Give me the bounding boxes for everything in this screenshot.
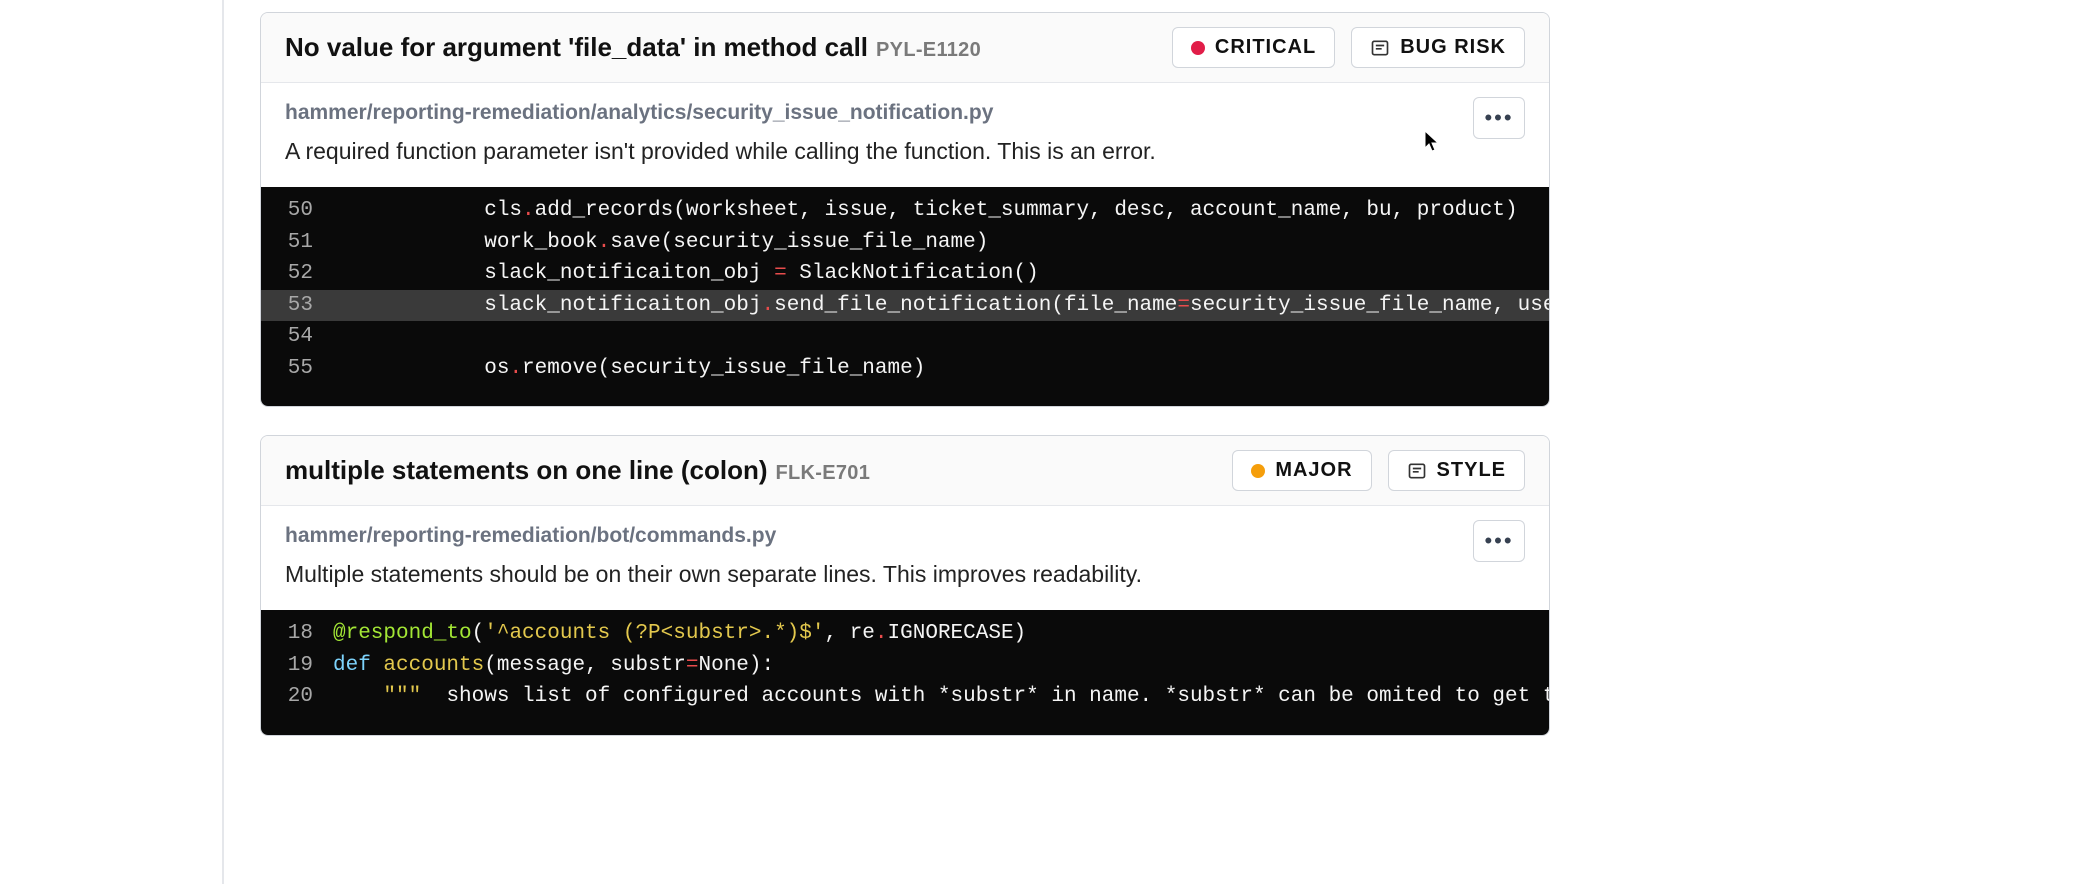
- issue-title-row: No value for argument 'file_data' in met…: [285, 32, 981, 63]
- line-number: 50: [261, 195, 333, 227]
- code-content: @respond_to('^accounts (?P<substr>.*)$',…: [333, 618, 1046, 650]
- severity-badge[interactable]: MAJOR: [1232, 450, 1371, 491]
- code-line: 52 slack_notificaiton_obj = SlackNotific…: [261, 258, 1549, 290]
- line-number: 19: [261, 650, 333, 682]
- code-line: 53 slack_notificaiton_obj.send_file_noti…: [261, 290, 1549, 322]
- category-label: STYLE: [1437, 459, 1506, 482]
- issue-header: No value for argument 'file_data' in met…: [261, 13, 1549, 83]
- severity-label: MAJOR: [1275, 459, 1352, 482]
- sidebar-divider: [222, 0, 224, 884]
- more-dots-icon: •••: [1484, 105, 1513, 131]
- line-number: 51: [261, 227, 333, 259]
- issue-title[interactable]: No value for argument 'file_data' in met…: [285, 32, 868, 63]
- issue-description: A required function parameter isn't prov…: [285, 135, 1525, 167]
- category-icon: [1370, 38, 1390, 58]
- severity-dot-icon: [1251, 464, 1265, 478]
- more-actions-button[interactable]: •••: [1473, 97, 1525, 139]
- code-content: os.remove(security_issue_file_name): [333, 353, 945, 385]
- line-number: 54: [261, 321, 333, 353]
- code-snippet: 50 cls.add_records(worksheet, issue, tic…: [261, 187, 1549, 406]
- issue-rule-code[interactable]: FLK-E701: [776, 462, 871, 485]
- code-line: 18@respond_to('^accounts (?P<substr>.*)$…: [261, 618, 1549, 650]
- code-line: 50 cls.add_records(worksheet, issue, tic…: [261, 195, 1549, 227]
- line-number: 55: [261, 353, 333, 385]
- badges-row: CRITICAL BUG RISK: [1172, 27, 1525, 68]
- code-content: """ shows list of configured accounts wi…: [333, 681, 1549, 713]
- line-number: 52: [261, 258, 333, 290]
- category-badge[interactable]: STYLE: [1388, 450, 1525, 491]
- code-line: 54: [261, 321, 1549, 353]
- category-label: BUG RISK: [1400, 36, 1506, 59]
- severity-dot-icon: [1191, 41, 1205, 55]
- issue-body: ••• hammer/reporting-remediation/bot/com…: [261, 506, 1549, 610]
- code-content: [333, 321, 353, 353]
- code-content: slack_notificaiton_obj = SlackNotificati…: [333, 258, 1059, 290]
- more-dots-icon: •••: [1484, 528, 1513, 554]
- issue-card: No value for argument 'file_data' in met…: [260, 12, 1550, 407]
- issue-description: Multiple statements should be on their o…: [285, 558, 1525, 590]
- category-icon: [1407, 461, 1427, 481]
- line-number: 20: [261, 681, 333, 713]
- category-badge[interactable]: BUG RISK: [1351, 27, 1525, 68]
- file-path[interactable]: hammer/reporting-remediation/analytics/s…: [285, 101, 1525, 125]
- issue-card: multiple statements on one line (colon) …: [260, 435, 1550, 736]
- issue-title[interactable]: multiple statements on one line (colon): [285, 455, 768, 486]
- issue-header: multiple statements on one line (colon) …: [261, 436, 1549, 506]
- code-content: cls.add_records(worksheet, issue, ticket…: [333, 195, 1538, 227]
- file-path[interactable]: hammer/reporting-remediation/bot/command…: [285, 524, 1525, 548]
- issues-page: No value for argument 'file_data' in met…: [0, 0, 2074, 736]
- code-line: 51 work_book.save(security_issue_file_na…: [261, 227, 1549, 259]
- code-line: 19def accounts(message, substr=None):: [261, 650, 1549, 682]
- code-line: 20 """ shows list of configured accounts…: [261, 681, 1549, 713]
- badges-row: MAJOR STYLE: [1232, 450, 1525, 491]
- code-line: 55 os.remove(security_issue_file_name): [261, 353, 1549, 385]
- severity-badge[interactable]: CRITICAL: [1172, 27, 1335, 68]
- line-number: 53: [261, 290, 333, 322]
- issue-title-row: multiple statements on one line (colon) …: [285, 455, 870, 486]
- more-actions-button[interactable]: •••: [1473, 520, 1525, 562]
- code-snippet: 18@respond_to('^accounts (?P<substr>.*)$…: [261, 610, 1549, 735]
- issue-body: ••• hammer/reporting-remediation/analyti…: [261, 83, 1549, 187]
- issue-rule-code[interactable]: PYL-E1120: [876, 39, 981, 62]
- code-content: slack_notificaiton_obj.send_file_notific…: [333, 290, 1549, 322]
- code-content: work_book.save(security_issue_file_name): [333, 227, 1008, 259]
- severity-label: CRITICAL: [1215, 36, 1316, 59]
- code-content: def accounts(message, substr=None):: [333, 650, 794, 682]
- line-number: 18: [261, 618, 333, 650]
